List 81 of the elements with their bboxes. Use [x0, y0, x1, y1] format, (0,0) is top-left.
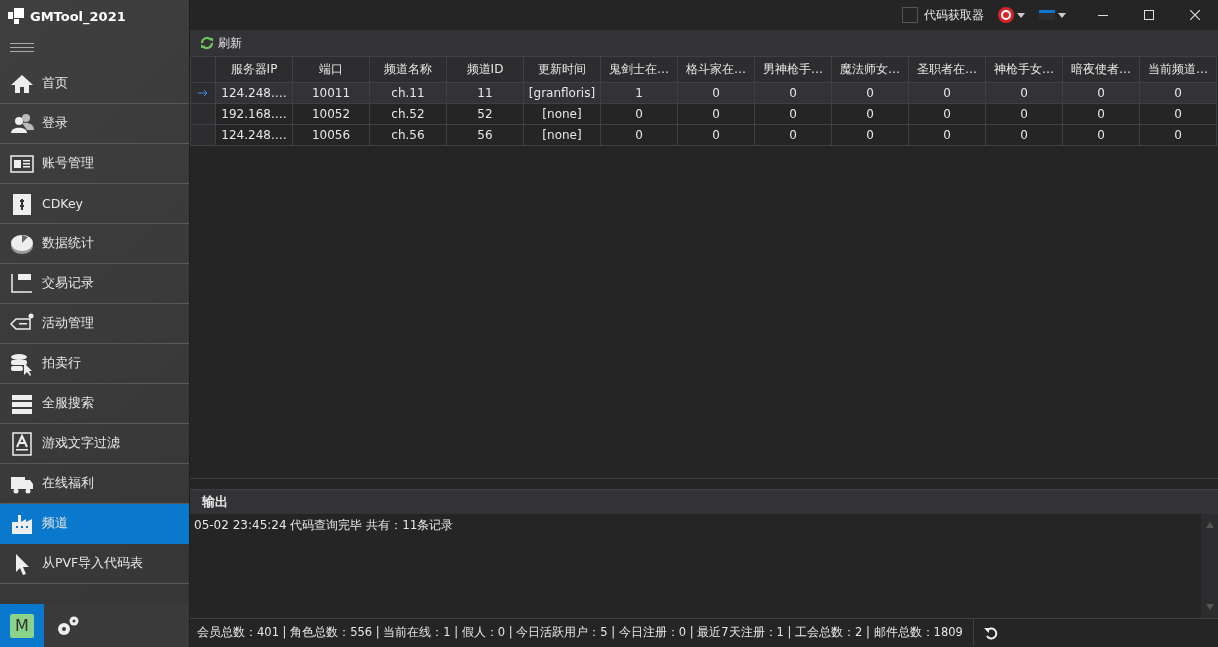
- users-icon: [10, 111, 34, 136]
- ring-icon: [998, 7, 1014, 23]
- table-cell: 0: [1062, 124, 1140, 146]
- column-header[interactable]: 格斗家在…: [677, 56, 755, 83]
- refresh-button[interactable]: 刷新: [198, 34, 244, 52]
- settings-icon[interactable]: [56, 614, 80, 637]
- table-cell: 0: [1062, 103, 1140, 125]
- column-header[interactable]: 端口: [292, 56, 370, 83]
- theme-dropdown[interactable]: [1039, 10, 1066, 20]
- table-cell: 10052: [292, 103, 370, 125]
- refresh-icon: [200, 36, 214, 50]
- sidebar-item[interactable]: 账号管理: [0, 144, 189, 184]
- column-header[interactable]: 魔法师女…: [831, 56, 909, 83]
- code-fetcher-checkbox[interactable]: 代码获取器: [902, 6, 984, 24]
- table-cell: ch.52: [369, 103, 447, 125]
- table-row[interactable]: 124.248.… 10056 ch.56 56 [none] 0 0 0 0 0 0 0 0: [190, 124, 1217, 146]
- database-icon: [10, 351, 34, 376]
- sidebar-item[interactable]: 拍卖行: [0, 344, 189, 384]
- table-row[interactable]: 124.248.… 10011 ch.11 11 [granfloris] 1 0 0 0 0 0 0 0: [190, 82, 1217, 104]
- table-cell: ch.56: [369, 124, 447, 146]
- theme-swatch-icon: [1039, 10, 1055, 20]
- sidebar-item[interactable]: 频道: [0, 504, 189, 544]
- table-cell: 0: [600, 124, 678, 146]
- table-cell: 0: [831, 103, 909, 125]
- table-cell: [none]: [523, 103, 601, 125]
- reload-icon[interactable]: [983, 625, 998, 640]
- avatar-tile[interactable]: M: [0, 604, 44, 647]
- column-header[interactable]: 暗夜使者…: [1062, 56, 1140, 83]
- sidebar-item[interactable]: 首页: [0, 64, 189, 104]
- sidebar-item[interactable]: 从PVF导入代码表: [0, 544, 189, 584]
- table-cell: 56: [446, 124, 524, 146]
- status-text: 会员总数：401 | 角色总数：556 | 当前在线：1 | 假人：0 | 今日活跃用户：5 | 今日注册：0 | 最近7天注册：1 | 工会总数：2 | 邮件总数：1809: [190, 619, 974, 646]
- table-cell: 0: [985, 103, 1063, 125]
- column-header[interactable]: 服务器IP: [215, 56, 293, 83]
- sidebar-item[interactable]: 交易记录: [0, 264, 189, 304]
- table-cell: 0: [908, 124, 986, 146]
- table-cell: 0: [677, 124, 755, 146]
- maximize-icon: [1144, 10, 1154, 20]
- text-icon: [10, 431, 34, 456]
- column-header[interactable]: 圣职者在…: [908, 56, 986, 83]
- table-cell: 0: [600, 103, 678, 125]
- table-cell: 0: [754, 124, 832, 146]
- caret-icon: [1017, 12, 1025, 18]
- log-icon: [10, 271, 34, 296]
- sidebar-item[interactable]: 数据统计: [0, 224, 189, 264]
- table-cell: 0: [985, 124, 1063, 146]
- column-header[interactable]: 当前频道…: [1139, 56, 1217, 83]
- table-cell: 0: [754, 103, 832, 125]
- sidebar-item[interactable]: 游戏文字过滤: [0, 424, 189, 464]
- column-header[interactable]: 神枪手女…: [985, 56, 1063, 83]
- sidebar-item[interactable]: 活动管理: [0, 304, 189, 344]
- app-title: GMTool_2021: [30, 8, 126, 24]
- table-cell: [none]: [523, 124, 601, 146]
- column-header[interactable]: 男神枪手…: [754, 56, 832, 83]
- table-cell: 0: [677, 103, 755, 125]
- checkbox[interactable]: [902, 7, 918, 23]
- close-icon: [1190, 10, 1200, 20]
- skin-dropdown[interactable]: [998, 7, 1025, 23]
- row-pointer-icon: [198, 89, 208, 97]
- table-row[interactable]: 192.168.… 10052 ch.52 52 [none] 0 0 0 0 0 0 0 0: [190, 103, 1217, 125]
- column-header[interactable]: 频道ID: [446, 56, 524, 83]
- log-line: 05-02 23:45:24 代码查询完毕 共有：11条记录: [194, 517, 455, 534]
- table-cell: 124.248.…: [215, 124, 293, 146]
- table-cell: 10056: [292, 124, 370, 146]
- table-cell: 0: [1139, 103, 1217, 125]
- table-cell: 192.168.…: [215, 103, 293, 125]
- sidebar-item[interactable]: 登录: [0, 104, 189, 144]
- output-title: 输出: [202, 493, 228, 511]
- sidebar-item[interactable]: CDKey: [0, 184, 189, 224]
- avatar: M: [10, 613, 34, 638]
- column-header[interactable]: 更新时间: [523, 56, 601, 83]
- table-cell: 0: [1139, 124, 1217, 146]
- table-cell: 52: [446, 103, 524, 125]
- table-cell: 0: [908, 103, 986, 125]
- logo-icon: [8, 8, 24, 24]
- sidebar-item[interactable]: 全服搜索: [0, 384, 189, 424]
- caret-icon: [1058, 12, 1066, 18]
- column-header[interactable]: 鬼剑士在…: [600, 56, 678, 83]
- column-header[interactable]: 频道名称: [369, 56, 447, 83]
- menu-icon[interactable]: [10, 43, 34, 53]
- table-cell: 0: [831, 124, 909, 146]
